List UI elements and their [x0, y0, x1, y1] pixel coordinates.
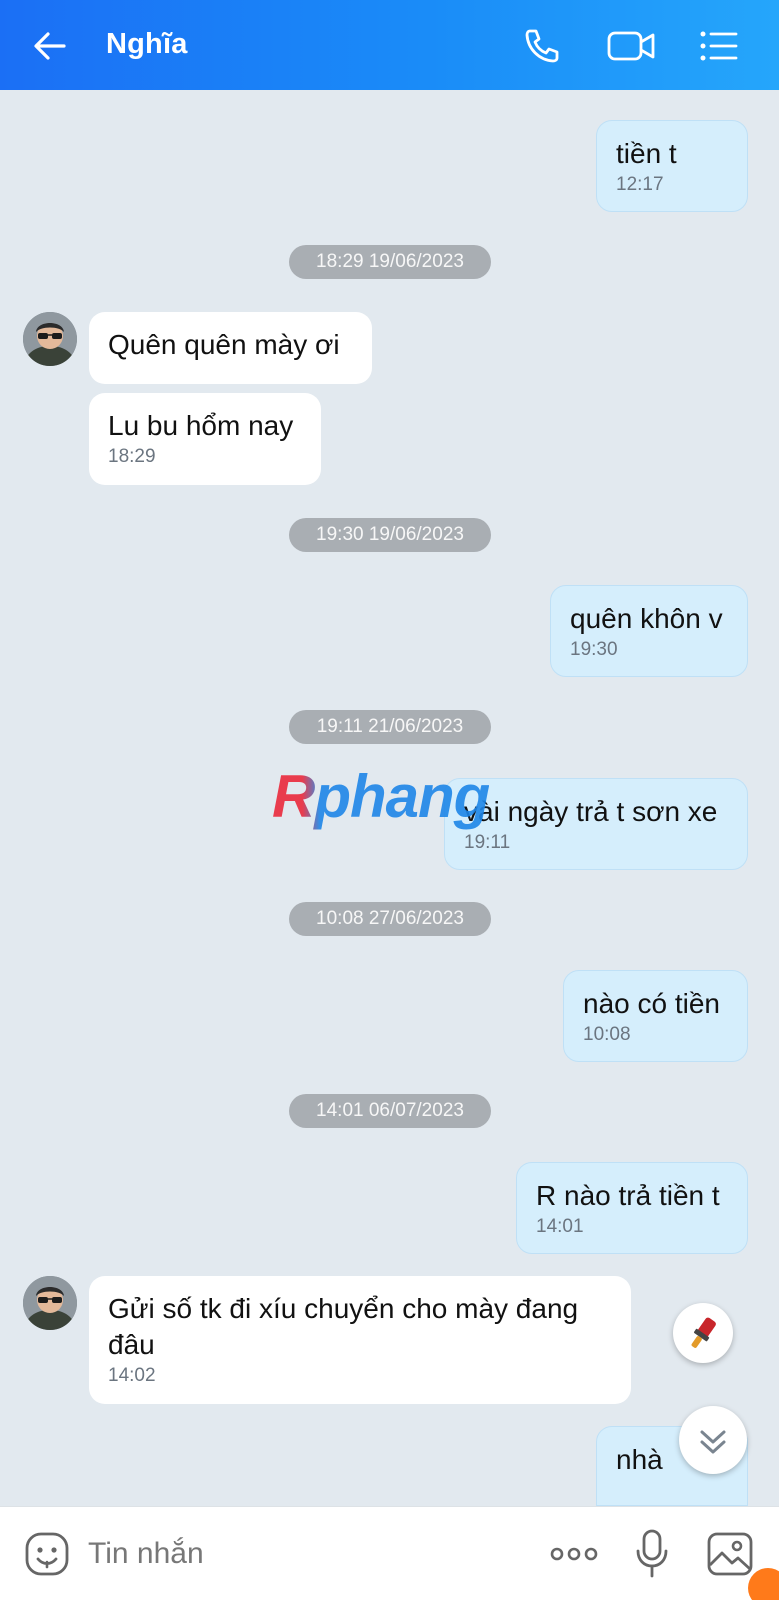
phone-icon[interactable] — [520, 24, 564, 68]
message-time: 18:29 — [108, 446, 156, 467]
incoming-message[interactable]: Lu bu hổm nay 18:29 — [89, 393, 321, 485]
message-time: 14:02 — [108, 1365, 156, 1386]
date-separator: 19:11 21/06/2023 — [289, 710, 491, 744]
scroll-down-icon[interactable] — [679, 1406, 747, 1474]
message-composer: Tin nhắn — [0, 1506, 779, 1600]
date-separator: 19:30 19/06/2023 — [289, 518, 491, 552]
image-icon[interactable] — [706, 1531, 754, 1577]
quick-reaction-icon[interactable] — [673, 1303, 733, 1363]
outgoing-message[interactable]: vài ngày trả t sơn xe 19:11 — [444, 778, 748, 870]
sticker-icon[interactable] — [24, 1531, 70, 1577]
incoming-message[interactable]: Gửi số tk đi xíu chuyển cho mày đang đâu… — [89, 1276, 631, 1404]
message-text: Lu bu hổm nay — [108, 410, 294, 441]
message-text: nào có tiền — [583, 988, 720, 1019]
message-text: tiền t — [616, 138, 677, 169]
outgoing-message[interactable]: R nào trả tiền t 14:01 — [516, 1162, 748, 1254]
message-text: quên khôn v — [570, 603, 723, 634]
message-time: 19:11 — [464, 832, 511, 853]
watermark: Rphang — [272, 763, 490, 830]
avatar[interactable] — [23, 312, 77, 366]
incoming-message[interactable]: Quên quên mày ơi — [89, 312, 372, 384]
message-input[interactable]: Tin nhắn — [88, 1537, 204, 1571]
message-time: 10:08 — [583, 1024, 631, 1045]
microphone-icon[interactable] — [632, 1527, 672, 1581]
date-separator: 10:08 27/06/2023 — [289, 902, 491, 936]
message-text: R nào trả tiền t — [536, 1180, 720, 1211]
avatar[interactable] — [23, 1276, 77, 1330]
outgoing-message[interactable]: quên khôn v 19:30 — [550, 585, 748, 677]
date-separator: 18:29 19/06/2023 — [289, 245, 491, 279]
date-separator: 14:01 06/07/2023 — [289, 1094, 491, 1128]
outgoing-message[interactable]: tiền t 12:17 — [596, 120, 748, 212]
back-arrow-icon[interactable] — [30, 26, 70, 66]
chat-messages-area[interactable]: tiền t 12:17 18:29 19/06/2023 Quên quên … — [0, 90, 779, 1506]
video-call-icon[interactable] — [606, 24, 658, 68]
outgoing-message[interactable]: nào có tiền 10:08 — [563, 970, 748, 1062]
message-time: 14:01 — [536, 1216, 584, 1237]
message-time: 12:17 — [616, 174, 664, 195]
contact-name[interactable]: Nghĩa — [106, 28, 188, 61]
message-text: vài ngày trả t sơn xe — [464, 796, 718, 827]
more-icon[interactable] — [548, 1539, 600, 1569]
message-text: Gửi số tk đi xíu chuyển cho mày đang đâu — [108, 1293, 579, 1360]
message-time: 19:30 — [570, 639, 618, 660]
menu-list-icon[interactable] — [696, 24, 740, 68]
chat-header: Nghĩa — [0, 0, 779, 90]
message-text: Quên quên mày ơi — [108, 329, 340, 360]
